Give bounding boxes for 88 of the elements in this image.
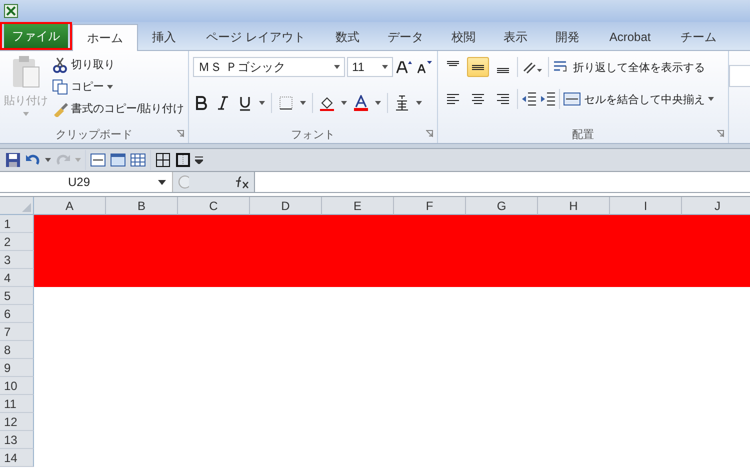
caret-icon <box>708 97 714 101</box>
row-header[interactable]: 5 <box>0 287 34 305</box>
window-icon[interactable] <box>110 152 126 168</box>
caret-icon <box>45 158 51 162</box>
middle-align-icon[interactable] <box>467 57 489 77</box>
bold-icon[interactable] <box>193 95 209 111</box>
insert-function-icon[interactable] <box>234 175 250 189</box>
merge-cells-icon <box>563 92 581 106</box>
column-header[interactable]: F <box>394 197 466 215</box>
row-header[interactable]: 8 <box>0 341 34 359</box>
column-header[interactable]: E <box>322 197 394 215</box>
caret-icon <box>23 112 29 116</box>
row-header[interactable]: 6 <box>0 305 34 323</box>
column-header[interactable]: C <box>178 197 250 215</box>
dialog-launcher-icon[interactable] <box>717 130 724 137</box>
copy-button[interactable]: コピー <box>52 77 184 96</box>
thick-border-icon[interactable] <box>175 152 191 168</box>
decrease-indent-icon[interactable] <box>521 91 537 107</box>
paintbrush-icon <box>52 100 68 116</box>
caret-icon <box>341 101 347 105</box>
shrink-font-icon[interactable] <box>415 59 433 75</box>
row-header[interactable]: 13 <box>0 431 34 449</box>
all-borders-icon[interactable] <box>155 152 171 168</box>
caret-icon <box>300 101 306 105</box>
ribbon-tab[interactable]: 校閲 <box>437 24 490 50</box>
merge-center-button[interactable]: セルを結合して中央揃え <box>563 88 714 110</box>
font-name-field[interactable]: ＭＳ Ｐゴシック <box>193 57 345 77</box>
column-header[interactable]: A <box>34 197 106 215</box>
ribbon-tab[interactable]: ホーム <box>72 24 138 51</box>
ribbon-tab[interactable]: チーム <box>666 24 731 50</box>
group-title: クリップボード <box>56 128 132 142</box>
row-header[interactable]: 2 <box>0 233 34 251</box>
group-title: 配置 <box>572 128 594 142</box>
caret-icon <box>107 84 113 88</box>
row-header[interactable]: 7 <box>0 323 34 341</box>
caret-icon <box>259 101 265 105</box>
ribbon-tab[interactable]: 数式 <box>321 24 374 50</box>
ribbon-tab[interactable]: データ <box>373 24 438 50</box>
group-title: フォント <box>291 128 335 142</box>
save-icon[interactable] <box>5 152 21 168</box>
row-header[interactable]: 11 <box>0 395 34 413</box>
row-header[interactable]: 3 <box>0 251 34 269</box>
ribbon-tab[interactable]: Acrobat <box>593 24 667 50</box>
merge-cells-icon[interactable] <box>90 152 106 168</box>
dialog-launcher-icon[interactable] <box>426 130 433 137</box>
italic-icon[interactable] <box>215 95 231 111</box>
row-header[interactable]: 10 <box>0 377 34 395</box>
clipboard-icon <box>11 55 41 89</box>
dialog-launcher-icon[interactable] <box>177 130 184 137</box>
format-painter-button[interactable]: 書式のコピー/貼り付け <box>52 99 184 118</box>
caret-icon <box>382 65 388 69</box>
row-header[interactable]: 12 <box>0 413 34 431</box>
grow-font-icon[interactable] <box>395 59 413 75</box>
column-header[interactable]: B <box>106 197 178 215</box>
copy-icon <box>52 78 68 94</box>
caret-icon <box>334 65 340 69</box>
ribbon-tab[interactable]: 挿入 <box>138 24 190 50</box>
column-header[interactable]: J <box>682 197 750 215</box>
spreadsheet-app-icon[interactable] <box>4 4 18 18</box>
column-header[interactable]: D <box>250 197 322 215</box>
table-icon[interactable] <box>130 152 146 168</box>
resize-handle-icon[interactable] <box>177 175 189 189</box>
font-color-icon[interactable] <box>353 95 369 111</box>
column-header[interactable]: H <box>538 197 610 215</box>
phonetic-guide-icon[interactable] <box>394 95 410 111</box>
cut-button[interactable]: 切り取り <box>52 55 184 74</box>
customize-menu-icon[interactable] <box>195 156 203 164</box>
row-header[interactable]: 4 <box>0 269 34 287</box>
wrap-text-button[interactable]: 折り返して全体を表示する <box>552 56 705 78</box>
column-header[interactable]: G <box>466 197 538 215</box>
caret-icon <box>75 158 81 162</box>
caret-icon <box>375 101 381 105</box>
scissors-icon <box>52 56 68 72</box>
style-field[interactable] <box>729 65 750 87</box>
ribbon-tab[interactable]: ページ レイアウト <box>190 24 322 50</box>
row-header[interactable]: 1 <box>0 215 34 233</box>
borders-icon[interactable] <box>278 95 294 111</box>
font-size-field[interactable]: 11 <box>347 57 393 77</box>
ribbon-tab[interactable]: 開発 <box>541 24 594 50</box>
fill-color-icon[interactable] <box>319 95 335 111</box>
underline-icon[interactable] <box>237 95 253 111</box>
increase-indent-icon[interactable] <box>540 91 556 107</box>
row-header[interactable]: 9 <box>0 359 34 377</box>
ribbon-tab[interactable]: 表示 <box>489 24 542 50</box>
row-header[interactable]: 14 <box>0 449 34 467</box>
caret-icon <box>416 101 422 105</box>
file-tab[interactable]: ファイル <box>4 24 68 48</box>
column-header[interactable]: I <box>610 197 682 215</box>
